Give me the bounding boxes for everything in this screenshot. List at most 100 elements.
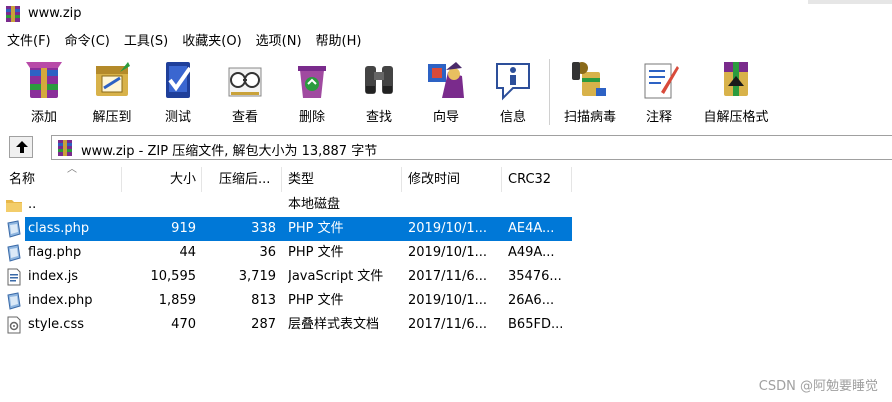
menu-favorites[interactable]: 收藏夹(O) (175, 31, 248, 53)
info-label: 信息 (499, 110, 526, 125)
find-binoculars-icon (365, 66, 393, 94)
wizard-label: 向导 (432, 110, 459, 125)
file-name: style.css (28, 317, 84, 332)
file-name: index.js (28, 269, 79, 284)
menu-tools[interactable]: 工具(S) (117, 31, 175, 53)
watermark: CSDN @阿勉要睡觉 (758, 379, 878, 394)
file-name: class.php (28, 221, 90, 236)
file-size: 919 (171, 221, 196, 236)
delete-button[interactable]: 删除 (280, 55, 344, 129)
column-separator[interactable] (401, 167, 402, 192)
path-field[interactable]: www.zip - ZIP 压缩文件, 解包大小为 13,887 字节 (51, 135, 892, 160)
table-row[interactable]: flag.php 44 36 PHP 文件 2019/10/1... A49A.… (0, 241, 572, 265)
file-type: 本地磁盘 (288, 197, 341, 212)
view-label: 查看 (231, 110, 258, 125)
menu-file[interactable]: 文件(F) (0, 31, 58, 53)
file-size: 10,595 (150, 269, 197, 284)
table-row-parent[interactable]: .. 本地磁盘 (0, 193, 572, 217)
file-packed-size: 36 (259, 245, 276, 260)
column-separator[interactable] (281, 167, 282, 192)
add-label: 添加 (30, 110, 57, 125)
column-separator[interactable] (121, 167, 122, 192)
file-type: PHP 文件 (288, 221, 344, 236)
column-header-type[interactable]: 类型 (288, 167, 398, 192)
file-type: JavaScript 文件 (288, 269, 384, 284)
extract-to-label: 解压到 (92, 110, 132, 125)
file-size: 470 (171, 317, 196, 332)
zip-archive-icon (58, 140, 72, 156)
menu-bar: 文件(F) 命令(C) 工具(S) 收藏夹(O) 选项(N) 帮助(H) (0, 31, 368, 53)
menu-commands[interactable]: 命令(C) (58, 31, 117, 53)
up-one-level-button[interactable] (9, 136, 33, 158)
path-text: www.zip - ZIP 压缩文件, 解包大小为 13,887 字节 (81, 144, 378, 159)
file-crc32: B65FD... (508, 317, 564, 332)
virus-scan-label: 扫描病毒 (563, 110, 616, 125)
wizard-button[interactable]: 向导 (414, 55, 478, 129)
file-modified: 2019/10/1... (408, 293, 488, 308)
find-label: 查找 (365, 110, 392, 125)
title-bar: www.zip (0, 0, 892, 30)
css-file-icon (7, 316, 21, 334)
table-row[interactable]: index.js 10,595 3,719 JavaScript 文件 2017… (0, 265, 572, 289)
table-row-selected[interactable]: class.php 919 338 PHP 文件 2019/10/1... AE… (0, 217, 572, 241)
file-name: .. (28, 197, 37, 212)
column-header-crc32[interactable]: CRC32 (508, 167, 568, 192)
file-type: PHP 文件 (288, 245, 344, 260)
test-label: 测试 (164, 110, 191, 125)
folder-up-icon (6, 200, 22, 212)
file-packed-size: 3,719 (238, 269, 276, 284)
php-file-icon (7, 220, 21, 238)
wizard-icon (428, 62, 464, 98)
up-arrow-icon (16, 141, 28, 153)
table-row[interactable]: index.php 1,859 813 PHP 文件 2019/10/1... … (0, 289, 572, 313)
file-modified: 2017/11/6... (408, 317, 488, 332)
add-archive-icon (26, 62, 62, 98)
file-crc32: AE4A... (508, 221, 555, 236)
extract-to-button[interactable]: 解压到 (80, 55, 144, 129)
delete-label: 删除 (298, 110, 325, 125)
file-packed-size: 813 (251, 293, 276, 308)
test-icon (166, 62, 192, 98)
table-row[interactable]: style.css 470 287 层叠样式表文档 2017/11/6... B… (0, 313, 572, 337)
sfx-label: 自解压格式 (703, 110, 769, 125)
menu-options[interactable]: 选项(N) (249, 31, 309, 53)
delete-icon (298, 66, 326, 98)
column-header-size[interactable]: 大小 (123, 167, 196, 192)
comment-button[interactable]: 注释 (627, 55, 691, 129)
file-modified: 2019/10/1... (408, 245, 488, 260)
view-button[interactable]: 查看 (213, 55, 277, 129)
add-button[interactable]: 添加 (12, 55, 76, 129)
column-headers: 名称 ︿ 大小 压缩后... 类型 修改时间 CRC32 (0, 164, 572, 192)
file-crc32: 26A6... (508, 293, 555, 308)
file-crc32: A49A... (508, 245, 555, 260)
file-packed-size: 287 (251, 317, 276, 332)
php-file-icon (7, 244, 21, 262)
column-separator[interactable] (501, 167, 502, 192)
file-name: flag.php (28, 245, 82, 260)
column-header-packed[interactable]: 压缩后... (219, 167, 281, 192)
column-separator[interactable] (571, 167, 572, 192)
menu-help[interactable]: 帮助(H) (309, 31, 369, 53)
file-name: index.php (28, 293, 93, 308)
column-separator[interactable] (201, 167, 202, 192)
file-type: PHP 文件 (288, 293, 344, 308)
info-icon (496, 63, 530, 101)
virus-scan-icon (572, 62, 606, 96)
column-header-name[interactable]: 名称 ︿ (9, 164, 119, 192)
sfx-button[interactable]: 自解压格式 (694, 55, 778, 129)
file-crc32: 35476... (508, 269, 562, 284)
toolbar: 添加 解压到 测试 查看 删除 查找 向导 信息 扫描病毒 注释 自解压格式 (0, 55, 892, 129)
winrar-app-icon (6, 6, 20, 22)
php-file-icon (7, 292, 21, 310)
view-icon (228, 67, 262, 97)
test-button[interactable]: 测试 (146, 55, 210, 129)
sort-ascending-icon: ︿ (67, 164, 77, 175)
toolbar-separator (549, 59, 550, 125)
winrar-window: www.zip 文件(F) 命令(C) 工具(S) 收藏夹(O) 选项(N) 帮… (0, 0, 892, 402)
column-header-modified[interactable]: 修改时间 (408, 167, 498, 192)
window-controls-strip (808, 0, 892, 4)
virus-scan-button[interactable]: 扫描病毒 (556, 55, 624, 129)
extract-to-icon (96, 62, 130, 96)
find-button[interactable]: 查找 (347, 55, 411, 129)
info-button[interactable]: 信息 (481, 55, 545, 129)
